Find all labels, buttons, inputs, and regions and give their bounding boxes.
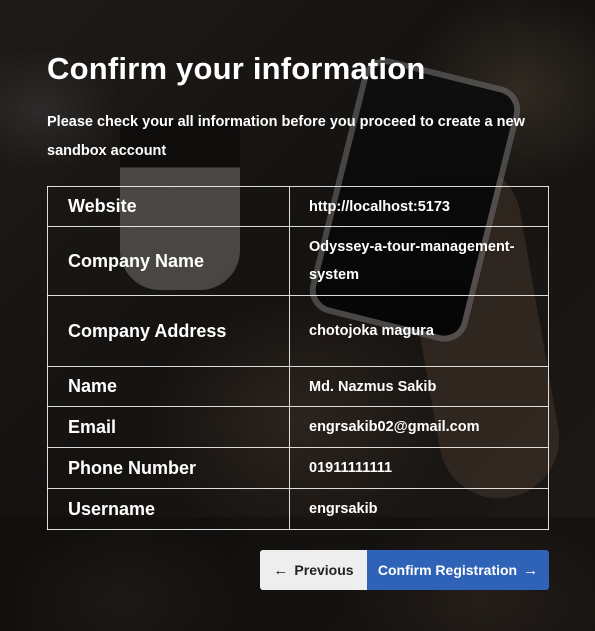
row-label-website: Website	[47, 186, 290, 227]
page-subtitle: Please check your all information before…	[47, 114, 525, 159]
arrow-right-icon: →	[523, 561, 539, 579]
row-value-phone-number: 01911111111	[289, 447, 549, 489]
row-label-phone-number: Phone Number	[47, 447, 290, 489]
confirm-registration-button[interactable]: Confirm Registration →	[367, 550, 549, 590]
row-label-username: Username	[47, 488, 290, 530]
row-value-company-address: chotojoka magura	[289, 295, 549, 367]
arrow-left-icon: ←	[273, 561, 289, 579]
page-title: Confirm your information	[47, 51, 426, 86]
row-value-company-name: Odyssey-a-tour-management-system	[289, 226, 549, 296]
row-value-email: engrsakib02@gmail.com	[289, 406, 549, 448]
row-label-name: Name	[47, 366, 290, 407]
table-row: Email engrsakib02@gmail.com	[47, 406, 549, 448]
row-value-website: http://localhost:5173	[289, 186, 549, 227]
table-row: Phone Number 01911111111	[47, 447, 549, 489]
row-label-email: Email	[47, 406, 290, 448]
row-label-company-name: Company Name	[47, 226, 290, 296]
table-row: Company Name Odyssey-a-tour-management-s…	[47, 226, 549, 296]
info-table: Website http://localhost:5173 Company Na…	[47, 186, 549, 530]
row-value-username: engrsakib	[289, 488, 549, 530]
table-row: Name Md. Nazmus Sakib	[47, 366, 549, 407]
previous-button-label: Previous	[294, 562, 354, 578]
row-label-company-address: Company Address	[47, 295, 290, 367]
confirm-registration-label: Confirm Registration	[377, 562, 518, 578]
table-row: Website http://localhost:5173	[47, 186, 549, 227]
table-row: Company Address chotojoka magura	[47, 295, 549, 367]
row-value-name: Md. Nazmus Sakib	[289, 366, 549, 407]
previous-button[interactable]: ← Previous	[260, 550, 367, 590]
table-row: Username engrsakib	[47, 488, 549, 530]
